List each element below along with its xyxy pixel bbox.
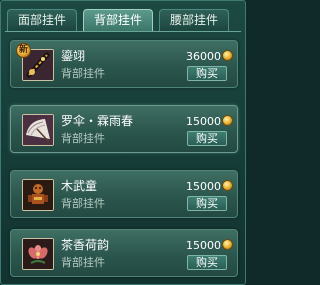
tab-face-pendant[interactable]: 面部挂件: [7, 9, 77, 31]
item-price: 15000: [186, 180, 221, 193]
coin-icon: [222, 180, 233, 191]
item-name: 鎏翊: [61, 49, 86, 63]
item-category: 背部挂件: [61, 197, 105, 210]
tab-back-pendant[interactable]: 背部挂件: [83, 9, 153, 32]
coin-icon: [222, 50, 233, 61]
coin-icon: [222, 115, 233, 126]
list-item[interactable]: 罗伞・霖雨春 背部挂件 15000 购买: [10, 105, 238, 153]
item-price: 15000: [186, 115, 221, 128]
item-category: 背部挂件: [61, 256, 105, 269]
item-category: 背部挂件: [61, 132, 105, 145]
item-name: 木武童: [61, 179, 98, 193]
buy-button[interactable]: 购买: [187, 255, 227, 270]
item-name: 罗伞・霖雨春: [61, 114, 134, 128]
list-item[interactable]: 茶香荷韵 背部挂件 15000 购买: [10, 229, 238, 277]
wooden-doll-icon: [22, 179, 54, 211]
item-name: 茶香荷韵: [61, 238, 110, 252]
item-price: 36000: [186, 50, 221, 63]
list-item[interactable]: 新 鎏翊 背部挂件 36000 购买: [10, 40, 238, 88]
tab-waist-pendant[interactable]: 腰部挂件: [159, 9, 229, 31]
item-category: 背部挂件: [61, 67, 105, 80]
item-price: 15000: [186, 239, 221, 252]
list-item[interactable]: 木武童 背部挂件 15000 购买: [10, 170, 238, 218]
umbrella-icon: [22, 114, 54, 146]
new-badge: 新: [16, 43, 31, 58]
buy-button[interactable]: 购买: [187, 196, 227, 211]
category-tabs: 面部挂件 背部挂件 腰部挂件: [7, 9, 241, 32]
buy-button[interactable]: 购买: [187, 66, 227, 81]
shop-panel: 面部挂件 背部挂件 腰部挂件 新 鎏翊 背部挂件 36000 购买 罗伞・霖雨春…: [0, 0, 246, 285]
lotus-icon: [22, 238, 54, 270]
coin-icon: [222, 239, 233, 250]
tab-divider: [5, 31, 241, 32]
buy-button[interactable]: 购买: [187, 131, 227, 146]
